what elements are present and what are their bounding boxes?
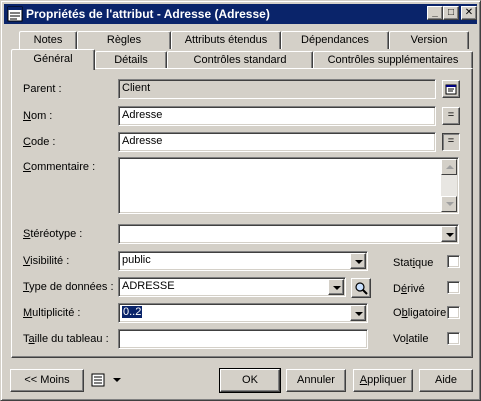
aide-button[interactable]: Aide xyxy=(419,369,473,392)
properties-dialog: Propriétés de l'attribut - Adresse (Adre… xyxy=(0,0,481,401)
annuler-button[interactable]: Annuler xyxy=(286,369,346,392)
ok-button[interactable]: OK xyxy=(219,368,281,393)
close-icon: ✕ xyxy=(464,7,474,18)
maximize-button[interactable]: □ xyxy=(443,6,459,20)
window-title: Propriétés de l'attribut - Adresse (Adre… xyxy=(26,7,270,21)
list-icon xyxy=(91,373,105,387)
tab-controles-standard[interactable]: Contrôles standard xyxy=(167,51,313,69)
menu-chevron-down-icon xyxy=(113,378,121,382)
minimize-button[interactable]: _ xyxy=(427,6,443,20)
list-menu-button[interactable] xyxy=(90,372,124,390)
tab-details[interactable]: Détails xyxy=(95,51,167,69)
moins-button[interactable]: << Moins xyxy=(10,369,84,392)
properties-window-icon xyxy=(7,6,23,22)
title-bar[interactable]: Propriétés de l'attribut - Adresse (Adre… xyxy=(4,4,477,24)
tab-version[interactable]: Version xyxy=(389,31,469,49)
maximize-icon: □ xyxy=(447,7,455,18)
tab-panel-general xyxy=(11,68,473,358)
close-button[interactable]: ✕ xyxy=(461,6,477,20)
tab-general[interactable]: Général xyxy=(11,49,95,70)
appliquer-button[interactable]: Appliquer xyxy=(353,369,413,392)
tab-attributs-etendus[interactable]: Attributs étendus xyxy=(171,31,281,49)
minimize-icon: _ xyxy=(432,7,438,18)
tab-dependances[interactable]: Dépendances xyxy=(281,31,389,49)
tab-regles[interactable]: Règles xyxy=(77,31,171,49)
tab-controles-supplementaires[interactable]: Contrôles supplémentaires xyxy=(313,51,473,69)
tab-notes[interactable]: Notes xyxy=(19,31,77,49)
